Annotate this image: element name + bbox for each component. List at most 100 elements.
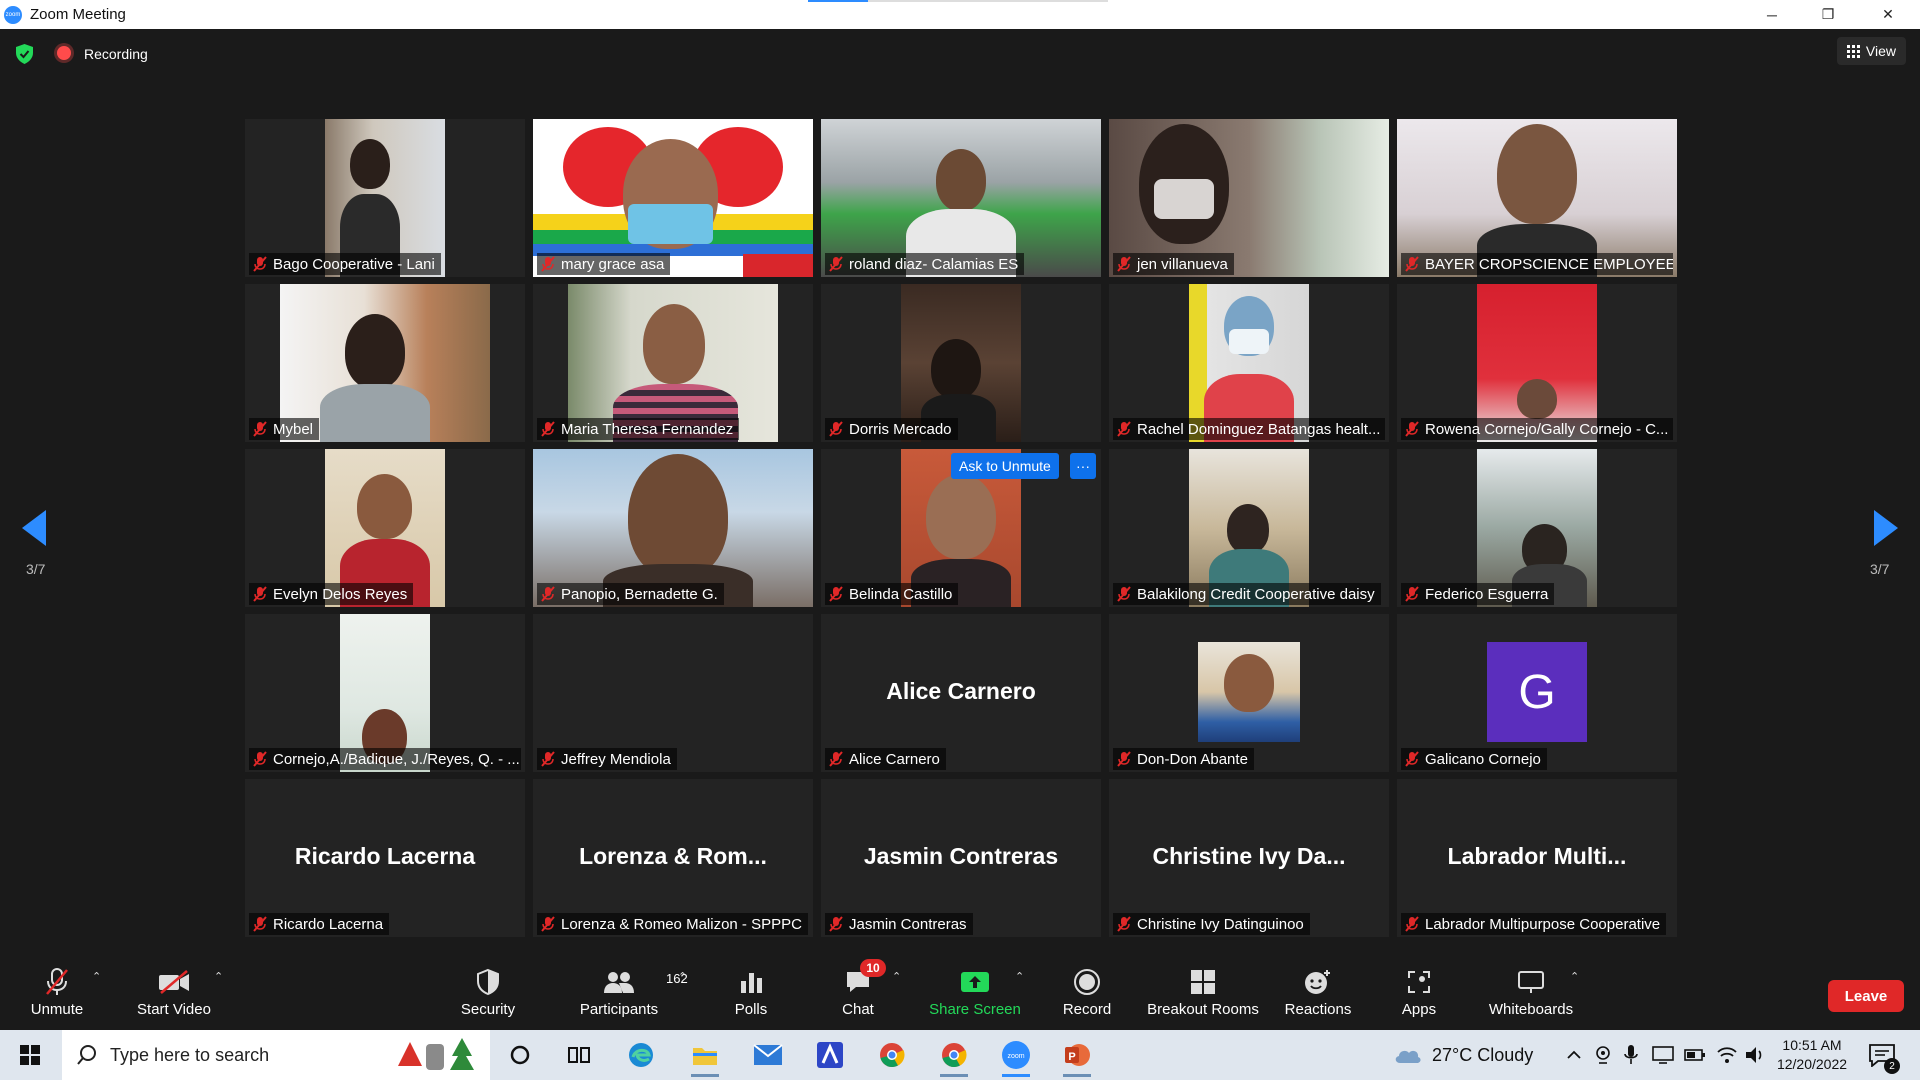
- title-progress: [808, 0, 1108, 2]
- reactions-button[interactable]: Reactions: [1284, 958, 1352, 1030]
- taskbar-search-box[interactable]: Type here to search: [62, 1030, 490, 1080]
- participant-tile[interactable]: Christine Ivy Da... Christine Ivy Dating…: [1109, 779, 1389, 937]
- breakout-rooms-button[interactable]: Breakout Rooms: [1144, 958, 1262, 1030]
- participant-tile[interactable]: Dorris Mercado: [821, 284, 1101, 442]
- whiteboards-button[interactable]: Whiteboards: [1485, 958, 1577, 1030]
- share-options-caret-icon[interactable]: ⌃: [1015, 970, 1027, 983]
- participant-tile[interactable]: Don-Don Abante: [1109, 614, 1389, 772]
- chat-options-caret-icon[interactable]: ⌃: [892, 970, 904, 983]
- next-page-arrow-icon[interactable]: [1874, 510, 1898, 546]
- participant-tile[interactable]: Jeffrey Mendiola: [533, 614, 813, 772]
- participant-tile[interactable]: Labrador Multi... Labrador Multipurpose …: [1397, 779, 1677, 937]
- participant-name-tag: Alice Carnero: [825, 748, 946, 770]
- task-view-icon[interactable]: [562, 1039, 596, 1071]
- record-button[interactable]: Record: [1061, 958, 1113, 1030]
- zoom-logo-icon: zoom: [4, 5, 22, 24]
- microphone-tray-icon[interactable]: [1624, 1044, 1638, 1066]
- battery-icon[interactable]: [1684, 1047, 1706, 1063]
- display-tray-icon[interactable]: [1652, 1045, 1674, 1065]
- window-title: Zoom Meeting: [30, 6, 126, 23]
- recording-label[interactable]: Recording: [84, 46, 148, 62]
- security-button[interactable]: Security: [455, 958, 521, 1030]
- maximize-button[interactable]: ❐: [1800, 0, 1856, 29]
- encryption-shield-icon[interactable]: [16, 44, 33, 64]
- edge-browser-icon[interactable]: [624, 1039, 658, 1071]
- video-off-icon: [159, 970, 189, 994]
- participant-name: Maria Theresa Fernandez: [561, 420, 734, 438]
- start-video-button[interactable]: Start Video: [134, 958, 214, 1030]
- powerpoint-icon[interactable]: P: [1060, 1039, 1094, 1077]
- participant-tile[interactable]: Alice Carnero Alice Carnero: [821, 614, 1101, 772]
- share-screen-button[interactable]: Share Screen: [928, 958, 1022, 1030]
- volume-icon[interactable]: [1744, 1045, 1766, 1065]
- apps-label: Apps: [1401, 1001, 1437, 1018]
- muted-mic-icon: [1117, 256, 1131, 272]
- participant-name-tag: roland diaz- Calamias ES: [825, 253, 1025, 275]
- muted-mic-icon: [1405, 256, 1419, 272]
- webcam-icon[interactable]: [1594, 1045, 1612, 1065]
- participant-name-tag: Jeffrey Mendiola: [537, 748, 677, 770]
- windows-start-icon[interactable]: [20, 1045, 40, 1065]
- participant-tile[interactable]: Evelyn Delos Reyes: [245, 449, 525, 607]
- vpn-app-icon[interactable]: [813, 1039, 847, 1071]
- previous-page-arrow-icon[interactable]: [22, 510, 46, 546]
- participant-tile[interactable]: Rowena Cornejo/Gally Cornejo - C...: [1397, 284, 1677, 442]
- participant-tile[interactable]: Cornejo,A./Badique, J./Reyes, Q. - ...: [245, 614, 525, 772]
- participant-name: Rowena Cornejo/Gally Cornejo - C...: [1425, 420, 1669, 438]
- participant-tile[interactable]: roland diaz- Calamias ES: [821, 119, 1101, 277]
- participant-tile[interactable]: jen villanueva: [1109, 119, 1389, 277]
- participant-name: Balakilong Credit Cooperative daisy: [1137, 585, 1375, 603]
- participant-name-tag: Lorenza & Romeo Malizon - SPPPC: [537, 913, 808, 935]
- profile-photo: [1198, 642, 1300, 742]
- polls-bar-icon: [741, 973, 762, 993]
- view-button[interactable]: View: [1836, 37, 1906, 65]
- minimize-button[interactable]: ─: [1744, 0, 1800, 29]
- clock-date: 12/20/2022: [1776, 1056, 1848, 1072]
- svg-text:P: P: [1068, 1051, 1075, 1063]
- chrome-profile-icon[interactable]: [937, 1039, 971, 1077]
- muted-mic-icon: [253, 751, 267, 767]
- more-options-button[interactable]: ···: [1070, 453, 1096, 479]
- muted-mic-icon: [541, 421, 555, 437]
- participant-tile[interactable]: Maria Theresa Fernandez: [533, 284, 813, 442]
- show-hidden-icons-chevron-icon[interactable]: [1566, 1047, 1582, 1063]
- participant-tile[interactable]: G Galicano Cornejo: [1397, 614, 1677, 772]
- participants-options-caret-icon[interactable]: ⌃: [678, 970, 690, 983]
- file-explorer-icon[interactable]: [688, 1039, 722, 1077]
- participant-tile[interactable]: Bago Cooperative - Lani: [245, 119, 525, 277]
- polls-button[interactable]: Polls: [726, 958, 776, 1030]
- leave-meeting-button[interactable]: Leave: [1828, 980, 1904, 1012]
- participant-tile[interactable]: Lorenza & Rom... Lorenza & Romeo Malizon…: [533, 779, 813, 937]
- chat-button[interactable]: 10 Chat: [838, 958, 886, 1030]
- audio-options-caret-icon[interactable]: ⌃: [92, 970, 104, 983]
- participant-tile[interactable]: Mybel: [245, 284, 525, 442]
- participant-tile[interactable]: Panopio, Bernadette G.: [533, 449, 813, 607]
- apps-button[interactable]: Apps: [1397, 958, 1441, 1030]
- video-options-caret-icon[interactable]: ⌃: [214, 970, 226, 983]
- polls-label: Polls: [734, 1001, 768, 1018]
- participant-tile[interactable]: Federico Esguerra: [1397, 449, 1677, 607]
- unmute-button[interactable]: Unmute: [24, 958, 90, 1030]
- participants-button[interactable]: 162 Participants: [576, 958, 688, 1030]
- taskbar-clock[interactable]: 10:51 AM 12/20/2022: [1770, 1036, 1854, 1074]
- whiteboards-options-caret-icon[interactable]: ⌃: [1570, 970, 1582, 983]
- participant-tile[interactable]: Balakilong Credit Cooperative daisy: [1109, 449, 1389, 607]
- participant-tile[interactable]: Jasmin Contreras Jasmin Contreras: [821, 779, 1101, 937]
- close-button[interactable]: ✕: [1860, 0, 1916, 29]
- muted-mic-icon: [253, 586, 267, 602]
- participant-tile[interactable]: Ricardo Lacerna Ricardo Lacerna: [245, 779, 525, 937]
- wifi-icon[interactable]: [1716, 1045, 1738, 1065]
- cortana-icon[interactable]: [503, 1039, 537, 1071]
- participant-name: Panopio, Bernadette G.: [561, 585, 718, 603]
- mail-icon[interactable]: [751, 1039, 785, 1071]
- zoom-taskbar-icon[interactable]: zoom: [999, 1039, 1033, 1077]
- weather-widget[interactable]: 27°C Cloudy: [1392, 1043, 1533, 1067]
- participant-tile[interactable]: Ask to Unmute ··· Belinda Castillo: [821, 449, 1101, 607]
- participant-name: BAYER CROPSCIENCE EMPLOYEES...: [1425, 255, 1673, 273]
- ask-to-unmute-button[interactable]: Ask to Unmute: [951, 453, 1059, 479]
- participant-tile[interactable]: BAYER CROPSCIENCE EMPLOYEES...: [1397, 119, 1677, 277]
- participant-tile[interactable]: Rachel Dominguez Batangas healt...: [1109, 284, 1389, 442]
- chrome-icon[interactable]: [875, 1039, 909, 1071]
- participant-tile[interactable]: mary grace asa: [533, 119, 813, 277]
- search-placeholder: Type here to search: [110, 1044, 270, 1065]
